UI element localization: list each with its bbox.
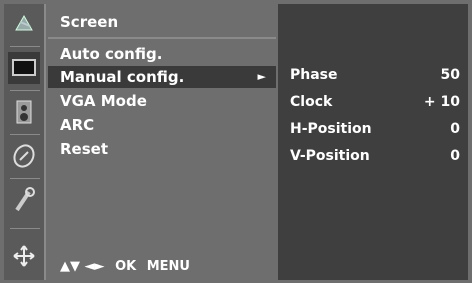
menu-item-label: Reset	[60, 140, 108, 158]
row-label: V-Position	[290, 148, 370, 164]
menu-item-vga-mode[interactable]: VGA Mode	[48, 90, 276, 112]
navigation-hint: ▲▼ ◄► OK MENU	[60, 259, 196, 274]
row-label: Phase	[290, 67, 338, 83]
row-label: H-Position	[290, 121, 372, 137]
time-icon[interactable]	[8, 140, 40, 172]
ok-key-label: OK	[115, 259, 137, 274]
menu-title: Screen	[60, 13, 119, 31]
title-divider	[48, 37, 276, 39]
row-value: + 10	[423, 94, 460, 110]
menu-item-reset[interactable]: Reset	[48, 138, 276, 160]
menu-item-label: VGA Mode	[60, 92, 147, 110]
menu-item-label: Auto config.	[60, 45, 163, 63]
submenu-row-h-position[interactable]: H-Position 0	[290, 118, 460, 140]
arrow-keys-icon: ▲▼ ◄►	[60, 259, 105, 274]
submenu-row-clock[interactable]: Clock + 10	[290, 91, 460, 113]
menu-item-label: ARC	[60, 116, 95, 134]
menu-item-label: Manual config.	[60, 68, 185, 86]
row-value: 50	[440, 67, 460, 83]
screen-menu: Screen Auto config. Manual config. ► VGA…	[48, 4, 276, 280]
osd-window: Screen Auto config. Manual config. ► VGA…	[0, 0, 472, 283]
row-label: Clock	[290, 94, 333, 110]
input-icon[interactable]	[8, 240, 40, 272]
picture-icon[interactable]	[8, 8, 40, 40]
menu-key-label: MENU	[146, 259, 190, 274]
option-icon[interactable]	[8, 184, 40, 216]
category-icon-bar	[4, 4, 46, 280]
row-value: 0	[450, 121, 460, 137]
manual-config-submenu: Phase 50 Clock + 10 H-Position 0 V-Posit…	[278, 4, 468, 280]
audio-icon[interactable]	[8, 96, 40, 128]
menu-item-arc[interactable]: ARC	[48, 114, 276, 136]
submenu-row-v-position[interactable]: V-Position 0	[290, 145, 460, 167]
menu-item-manual-config[interactable]: Manual config. ►	[48, 66, 276, 88]
submenu-row-phase[interactable]: Phase 50	[290, 64, 460, 86]
submenu-arrow-icon: ►	[257, 70, 266, 83]
screen-icon[interactable]	[8, 52, 40, 84]
menu-item-auto-config[interactable]: Auto config.	[48, 43, 276, 65]
row-value: 0	[450, 148, 460, 164]
